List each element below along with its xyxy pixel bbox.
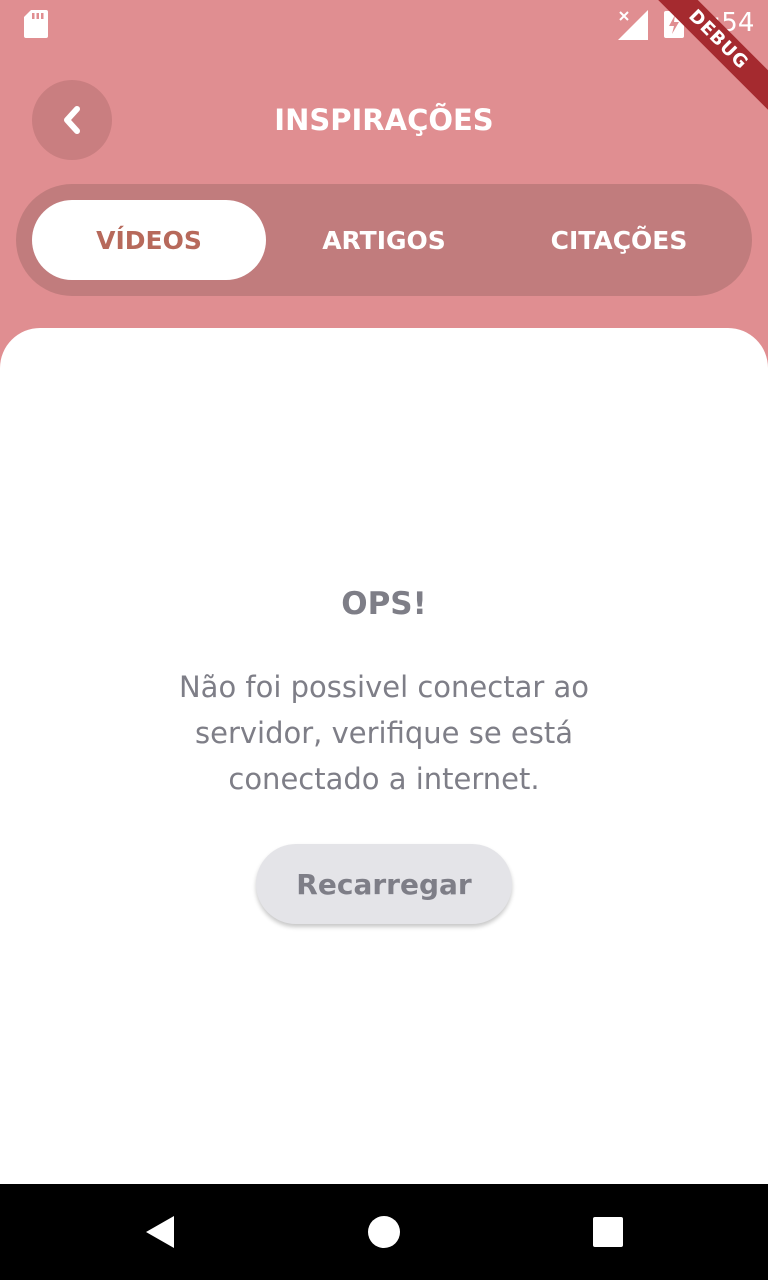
error-message: Não foi possivel conectar ao servidor, v… [178, 670, 589, 796]
tab-bar: VÍDEOS ARTIGOS CITAÇÕES [16, 184, 752, 296]
nav-back-button[interactable] [112, 1184, 208, 1280]
nav-home-button[interactable] [336, 1184, 432, 1280]
home-circle-icon [368, 1216, 400, 1248]
chevron-left-icon [64, 106, 80, 134]
error-title: OPS! [341, 586, 427, 622]
system-nav-bar [0, 1184, 768, 1280]
status-bar: 9:54 DEBUG [0, 0, 768, 114]
tab-citacoes[interactable]: CITAÇÕES [502, 200, 736, 280]
tab-artigos[interactable]: ARTIGOS [267, 200, 501, 280]
tab-videos[interactable]: VÍDEOS [32, 200, 266, 280]
app-header: INSPIRAÇÕES [0, 80, 768, 160]
sd-card-icon [24, 10, 48, 38]
back-button[interactable] [32, 80, 112, 160]
nav-recents-button[interactable] [560, 1184, 656, 1280]
recents-square-icon [593, 1217, 623, 1247]
content-panel: OPS! Não foi possivel conectar ao servid… [0, 328, 768, 1184]
reload-button[interactable]: Recarregar [256, 844, 512, 924]
page-title: INSPIRAÇÕES [274, 103, 494, 137]
back-triangle-icon [146, 1216, 174, 1248]
signal-icon [618, 10, 648, 40]
